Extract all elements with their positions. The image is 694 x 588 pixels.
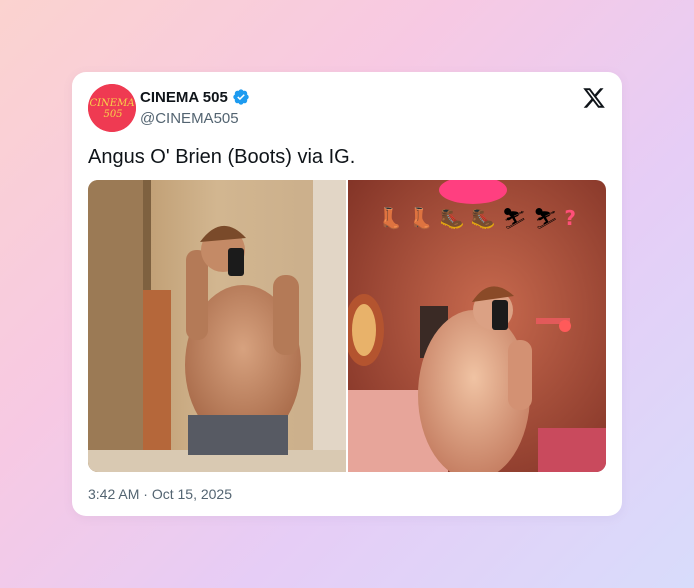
author-display-name[interactable]: CINEMA 505: [140, 89, 228, 106]
media-photo-left[interactable]: [88, 180, 346, 472]
ski-boot-emoji-2: ⛷: [533, 206, 559, 230]
author-handle[interactable]: @CINEMA505: [140, 110, 239, 127]
question-emoji: ?: [564, 206, 577, 230]
boot-emoji-2: 👢: [408, 206, 434, 230]
cinema505-logo-icon: CINEMA 505: [88, 84, 136, 132]
x-logo-icon[interactable]: [582, 86, 606, 110]
avatar-logo-text-bottom: 505: [103, 109, 122, 120]
ski-boot-emoji-1: ⛷: [501, 206, 528, 230]
avatar[interactable]: CINEMA 505: [88, 84, 136, 132]
hiking-boot-emoji-1: 🥾: [439, 206, 465, 230]
mirror-selfie-photo-icon: [88, 180, 346, 472]
boot-emoji-row: 👢 👢 🥾 🥾 ⛷ ⛷ ?: [378, 208, 576, 228]
tweet-time: 3:42 AM: [88, 486, 140, 502]
avatar-logo-text-top: CINEMA: [89, 98, 134, 109]
author-name-row: CINEMA 505: [140, 88, 250, 106]
tweet-card: CINEMA 505 CINEMA 505 @CINEMA505 Angus O…: [72, 72, 622, 516]
media-photo-right[interactable]: 👢 👢 🥾 🥾 ⛷ ⛷ ?: [348, 180, 606, 472]
hiking-boot-emoji-2: 🥾: [470, 206, 496, 230]
tweet-date: Oct 15, 2025: [151, 486, 232, 502]
tweet-media-grid: 👢 👢 🥾 🥾 ⛷ ⛷ ?: [88, 180, 606, 472]
tweet-text: Angus O' Brien (Boots) via IG.: [88, 146, 356, 168]
verified-badge-icon: [233, 89, 249, 105]
tweet-timestamp[interactable]: 3:42 AM · Oct 15, 2025: [88, 486, 232, 502]
boot-emoji-1: 👢: [378, 206, 403, 230]
